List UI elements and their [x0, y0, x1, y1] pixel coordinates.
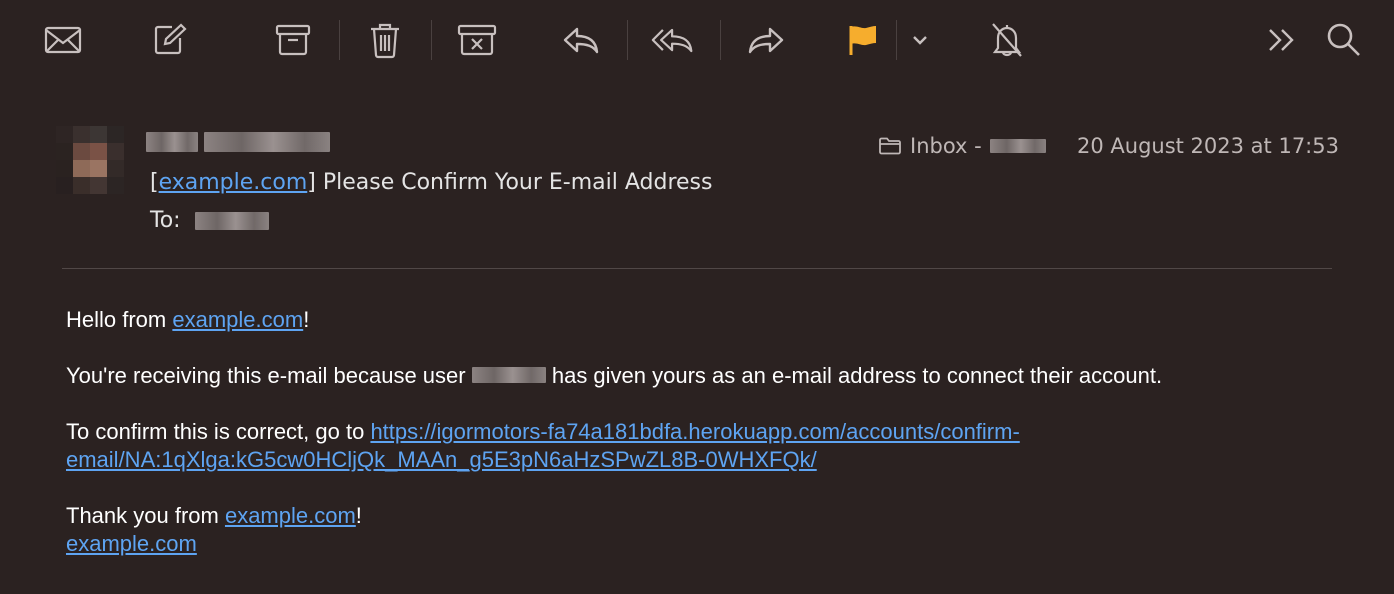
confirm-link-line1: https://igormotors-fa74a181bdfa.herokuap…	[370, 419, 1020, 444]
double-chevron-right-icon	[1269, 29, 1294, 51]
greeting-text: Hello from	[66, 307, 173, 332]
receiving-text-end: has given yours as an e-mail address to …	[545, 363, 1163, 388]
sender-name[interactable]	[146, 132, 330, 152]
forward-button[interactable]	[744, 18, 788, 62]
reply-all-button[interactable]	[651, 18, 695, 62]
redacted-username	[471, 367, 546, 384]
forward-icon	[748, 27, 784, 54]
greeting-link[interactable]: example.com	[172, 307, 303, 332]
subject-bracket-open: [	[150, 170, 159, 195]
greeting-line: Hello from example.com!	[66, 306, 1266, 334]
junk-box-icon	[457, 24, 497, 56]
thanks-end: !	[355, 503, 362, 528]
mailbox-label: Inbox -	[910, 134, 982, 158]
trash-icon	[371, 23, 399, 59]
receiving-line: You're receiving this e-mail because use…	[66, 362, 1266, 390]
message-date: 20 August 2023 at 17:53	[1077, 134, 1339, 158]
flag-button[interactable]	[840, 18, 884, 62]
search-icon	[1327, 23, 1360, 56]
mute-button[interactable]	[985, 18, 1029, 62]
redacted-recipient[interactable]	[194, 211, 269, 230]
thanks-line: Thank you from example.com!	[66, 502, 1266, 530]
message-subject: [example.com] Please Confirm Your E-mail…	[150, 170, 712, 195]
greeting-end: !	[303, 307, 310, 332]
message-body: Hello from example.com! You're receiving…	[66, 306, 1266, 558]
receiving-text: You're receiving this e-mail because use…	[66, 363, 466, 388]
reply-all-icon	[651, 28, 693, 53]
recipient-row: To:	[150, 208, 269, 233]
chevron-down-icon	[913, 36, 927, 45]
signature-line: example.com	[66, 530, 1266, 558]
get-mail-button[interactable]	[41, 18, 85, 62]
archive-button[interactable]	[271, 18, 315, 62]
header-divider	[62, 268, 1332, 269]
flag-icon	[849, 26, 876, 55]
subject-link[interactable]: example.com	[159, 170, 308, 195]
junk-button[interactable]	[455, 18, 499, 62]
avatar	[56, 126, 124, 194]
reply-button[interactable]	[559, 18, 603, 62]
bell-slash-icon	[992, 23, 1022, 57]
subject-text: ] Please Confirm Your E-mail Address	[307, 170, 713, 195]
message-toolbar	[0, 0, 1394, 82]
flag-menu-button[interactable]	[902, 18, 938, 62]
mailbox-location[interactable]: Inbox -	[878, 134, 1046, 158]
delete-button[interactable]	[363, 18, 407, 62]
confirm-link-line2: email/NA:1qXlga:kG5cw0HCljQk_MAAn_g5E3pN…	[66, 447, 817, 472]
reply-icon	[563, 27, 599, 54]
redacted-account	[989, 139, 1046, 153]
thanks-text: Thank you from	[66, 503, 225, 528]
more-button[interactable]	[1260, 18, 1304, 62]
envelope-icon	[44, 26, 82, 54]
confirm-text: To confirm this is correct, go to	[66, 419, 371, 444]
confirm-line: To confirm this is correct, go to https:…	[66, 418, 1266, 474]
redacted-sender-last	[204, 132, 330, 152]
redacted-sender-first	[146, 132, 198, 152]
archive-box-icon	[275, 24, 311, 56]
search-button[interactable]	[1322, 18, 1366, 62]
folder-icon	[879, 137, 901, 155]
thanks-link[interactable]: example.com	[225, 503, 356, 528]
compose-icon	[154, 23, 187, 55]
compose-button[interactable]	[148, 18, 192, 62]
signature-link[interactable]: example.com	[66, 531, 197, 556]
to-label: To:	[150, 208, 181, 233]
